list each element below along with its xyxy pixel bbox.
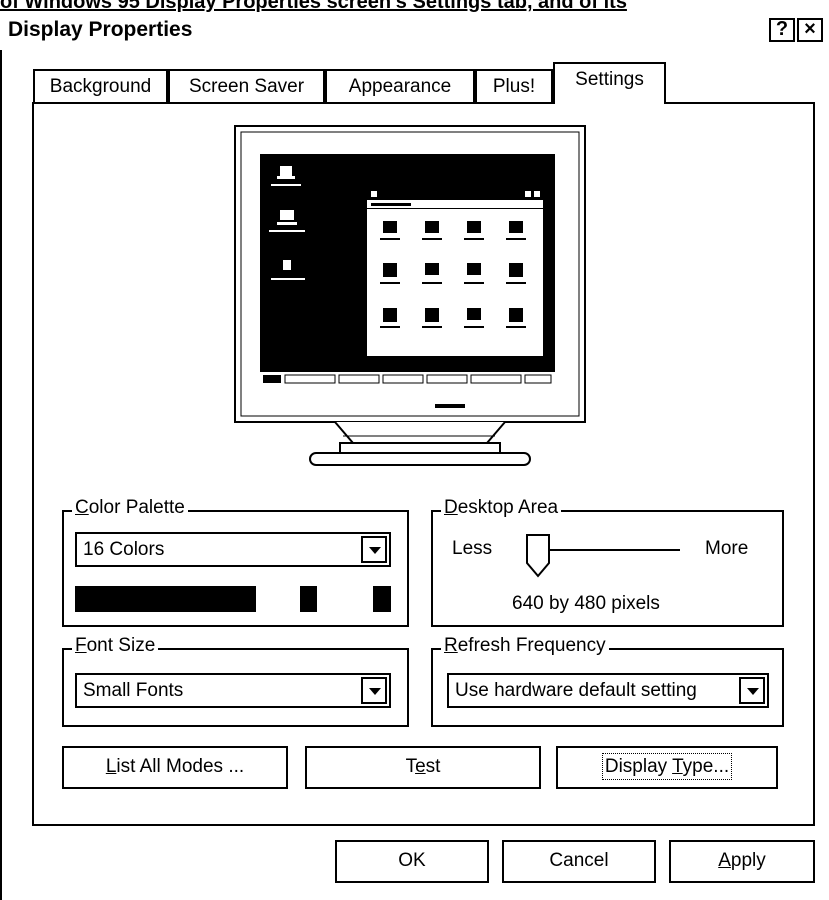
cancel-button[interactable]: Cancel: [502, 840, 656, 883]
tab-appearance[interactable]: Appearance: [325, 69, 475, 103]
close-button[interactable]: ×: [797, 18, 823, 42]
list-all-modes-button[interactable]: List All Modes ...: [62, 746, 288, 789]
color-palette-dropdown-icon[interactable]: [361, 536, 387, 563]
refresh-frequency-legend: Refresh Frequency: [441, 636, 609, 656]
resolution-text: 640 by 480 pixels: [512, 593, 660, 614]
tab-settings[interactable]: Settings: [553, 62, 666, 104]
ok-button[interactable]: OK: [335, 840, 489, 883]
apply-button[interactable]: Apply: [669, 840, 815, 883]
test-button[interactable]: Test: [305, 746, 541, 789]
color-swatch-dark: [75, 586, 256, 612]
font-size-value: Small Fonts: [83, 680, 184, 701]
color-swatch-bar: [75, 586, 391, 612]
tab-background[interactable]: Background: [33, 69, 168, 103]
help-button[interactable]: ?: [769, 18, 795, 42]
color-swatch-mid: [300, 586, 317, 612]
tab-plus[interactable]: Plus!: [475, 69, 553, 103]
color-palette-legend: Color Palette: [72, 498, 188, 518]
font-size-select[interactable]: Small Fonts: [75, 673, 391, 708]
caption-text: of Windows 95 Display Properties screen'…: [0, 0, 627, 13]
more-label: More: [705, 538, 749, 559]
less-label: Less: [452, 538, 493, 559]
font-size-dropdown-icon[interactable]: [361, 677, 387, 704]
color-swatch-end: [373, 586, 391, 612]
color-palette-select[interactable]: 16 Colors: [75, 532, 391, 567]
refresh-frequency-value: Use hardware default setting: [455, 680, 697, 701]
caption-fragment: of Windows 95 Display Properties screen'…: [0, 0, 829, 14]
color-palette-value: 16 Colors: [83, 539, 165, 560]
window-title: Display Properties: [8, 18, 193, 41]
font-size-legend: Font Size: [72, 636, 159, 656]
monitor-preview: [234, 125, 586, 466]
resolution-slider-track[interactable]: [537, 549, 680, 551]
refresh-frequency-select[interactable]: Use hardware default setting: [447, 673, 769, 708]
window-left-edge: [0, 50, 2, 900]
monitor-icon: [234, 125, 586, 466]
desktop-area-legend: Desktop Area: [441, 498, 562, 518]
tab-screen-saver[interactable]: Screen Saver: [168, 69, 325, 103]
resolution-slider-thumb[interactable]: [525, 533, 551, 579]
refresh-frequency-dropdown-icon[interactable]: [739, 677, 765, 704]
display-type-button[interactable]: Display Type...: [556, 746, 778, 789]
